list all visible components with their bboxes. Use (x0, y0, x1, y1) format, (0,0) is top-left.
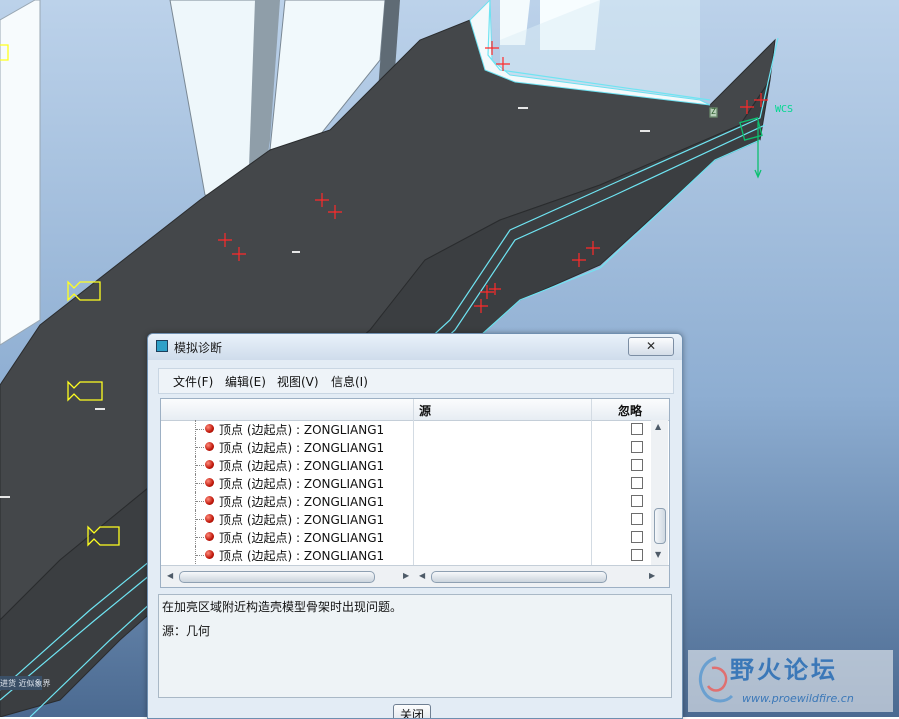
tree-rows: 顶点 (边起点) : ZONGLIANG1 顶点 (边起点) : ZONGLIA… (161, 420, 651, 565)
ignore-checkbox[interactable] (631, 513, 643, 525)
error-icon (205, 424, 214, 433)
horizontal-scroll-thumb-name[interactable] (179, 571, 375, 583)
ignore-checkbox[interactable] (631, 441, 643, 453)
ignore-checkbox[interactable] (631, 477, 643, 489)
scroll-down-icon[interactable]: ▼ (655, 550, 661, 559)
error-icon (205, 496, 214, 505)
list-item[interactable]: 顶点 (边起点) : ZONGLIANG1 (161, 474, 651, 492)
list-item[interactable]: 顶点 (边起点) : ZONGLIANG1 (161, 456, 651, 474)
ignore-checkbox[interactable] (631, 531, 643, 543)
list-item[interactable]: 顶点 (边起点) : ZONGLIANG1 (161, 438, 651, 456)
forum-url: www.proewildfire.cn (742, 692, 854, 705)
vertical-scroll-thumb[interactable] (654, 508, 666, 544)
close-window-button[interactable]: ✕ (628, 337, 674, 356)
horizontal-scroll-thumb-source[interactable] (431, 571, 607, 583)
column-source[interactable]: 源 (419, 402, 431, 419)
wcs-label: WCS (775, 104, 794, 115)
ignore-checkbox[interactable] (631, 423, 643, 435)
error-icon (205, 442, 214, 451)
ignore-checkbox[interactable] (631, 495, 643, 507)
list-item[interactable]: 顶点 (边起点) : ZONGLIANG1 (161, 546, 651, 564)
menu-view[interactable]: 视图(V) (277, 373, 319, 390)
tree-header: 源 忽略 (161, 399, 669, 421)
simulation-diagnostics-dialog: 模拟诊断 ✕ 文件(F) 编辑(E) 视图(V) 信息(I) 源 忽略 顶点 (… (147, 333, 683, 719)
message-panel: 在加亮区域附近构造壳模型骨架时出现问题。 源：几何 (158, 594, 672, 698)
dialog-titlebar[interactable]: 模拟诊断 ✕ (148, 334, 682, 360)
dialog-title: 模拟诊断 (174, 341, 223, 355)
error-icon (205, 532, 214, 541)
list-item[interactable]: 顶点 (边起点) : ZONGLIANG1 (161, 528, 651, 546)
diagnostic-source: 源：几何 (162, 624, 211, 638)
horizontal-scrollbars: ◀ ▶ ◀ ▶ (161, 565, 669, 587)
list-item[interactable]: 顶点 (边起点) : ZONGLIANG1 (161, 492, 651, 510)
list-item[interactable]: 顶点 (边起点) : ZONGLIANG1 (161, 510, 651, 528)
error-icon (205, 460, 214, 469)
diagnostic-message: 在加亮区域附近构造壳模型骨架时出现问题。 (162, 600, 403, 614)
scroll-right-icon[interactable]: ▶ (403, 571, 409, 580)
scroll-right-icon[interactable]: ▶ (649, 571, 655, 580)
close-icon: ✕ (645, 339, 657, 353)
error-icon (205, 514, 214, 523)
scroll-up-icon[interactable]: ▲ (655, 422, 661, 431)
menu-edit[interactable]: 编辑(E) (225, 373, 266, 390)
forum-watermark: 野火论坛 www.proewildfire.cn (688, 650, 893, 712)
ignore-checkbox[interactable] (631, 549, 643, 561)
forum-name: 野火论坛 (730, 656, 838, 684)
column-ignore[interactable]: 忽略 (618, 402, 642, 419)
list-item[interactable]: 顶点 (边起点) : ZONGLIANG1 (161, 420, 651, 438)
menu-info[interactable]: 信息(I) (331, 373, 368, 390)
z-axis-label: Z (711, 107, 716, 116)
ignore-checkbox[interactable] (631, 459, 643, 471)
vertical-scrollbar[interactable]: ▲ ▼ (651, 420, 668, 565)
menu-file[interactable]: 文件(F) (173, 373, 213, 390)
error-icon (205, 478, 214, 487)
scroll-left-icon[interactable]: ◀ (419, 571, 425, 580)
menu-bar: 文件(F) 编辑(E) 视图(V) 信息(I) (158, 368, 674, 394)
error-icon (205, 550, 214, 559)
app-icon (156, 340, 168, 352)
scroll-left-icon[interactable]: ◀ (167, 571, 173, 580)
bottom-status-text: 进货 近似象界 (0, 679, 51, 688)
diagnostics-tree: 源 忽略 顶点 (边起点) : ZONGLIANG1 顶点 (边起点) : ZO… (160, 398, 670, 588)
